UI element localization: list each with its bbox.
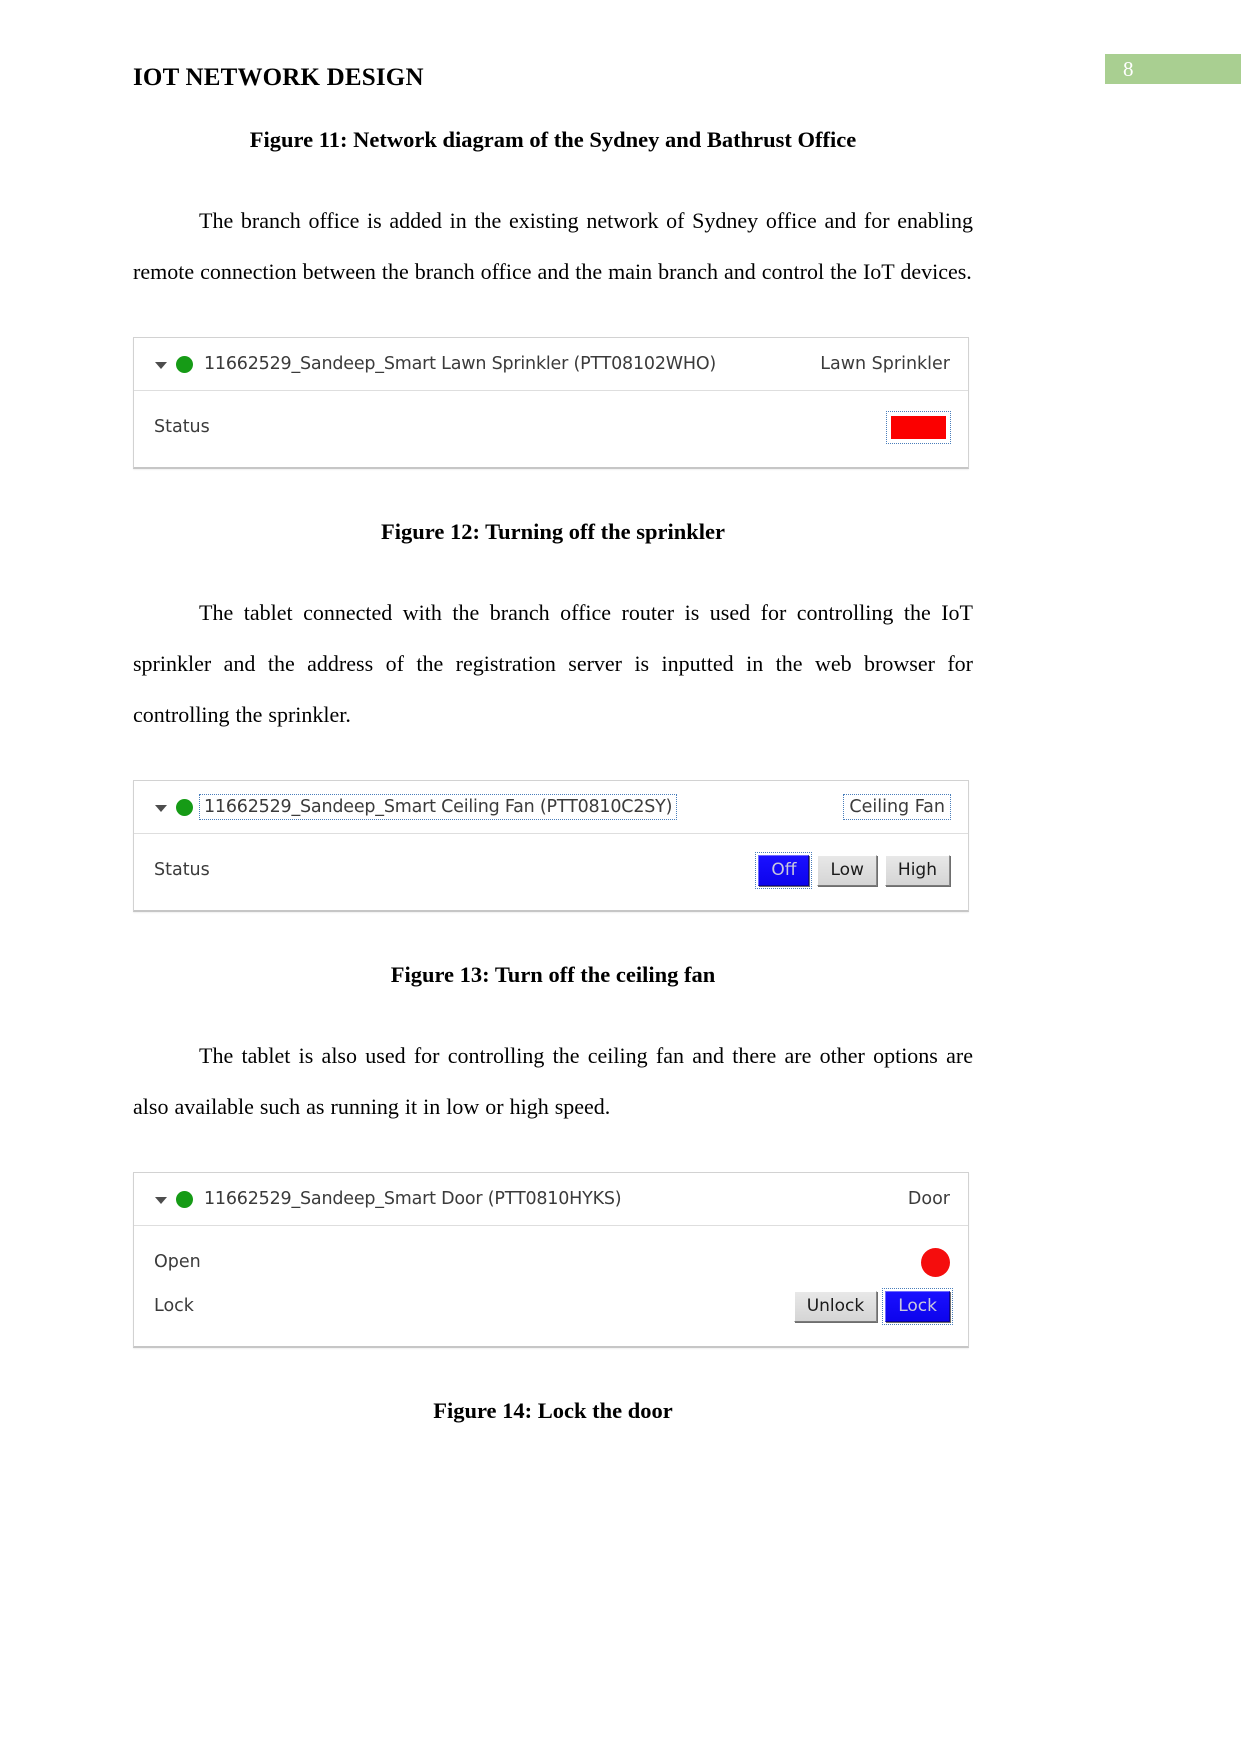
door-unlock-button[interactable]: Unlock: [793, 1290, 878, 1322]
widget-header[interactable]: 11662529_Sandeep_Smart Door (PTT0810HYKS…: [134, 1173, 968, 1226]
sprinkler-indicator-focus-ring[interactable]: [886, 410, 951, 444]
door-lock-button-group: Unlock Lock: [793, 1287, 953, 1325]
online-status-dot-icon: [176, 798, 193, 816]
iot-widget-ceiling-fan: 11662529_Sandeep_Smart Ceiling Fan (PTT0…: [133, 780, 969, 912]
document-page: IOT NETWORK DESIGN 8 Figure 11: Network …: [0, 0, 1241, 1754]
chevron-down-icon[interactable]: [154, 800, 168, 814]
figure-14-caption: Figure 14: Lock the door: [433, 1398, 673, 1423]
widget-body: Status: [134, 391, 968, 467]
fan-high-button[interactable]: High: [884, 854, 950, 886]
device-type-label-ceiling-fan: Ceiling Fan: [843, 794, 951, 820]
widget-body: Status Off Low High: [134, 834, 968, 910]
status-label-ceiling-fan: Status: [154, 860, 210, 880]
open-label-door: Open: [154, 1252, 201, 1272]
status-row: Status Off Low High: [154, 848, 950, 892]
figure-11-caption: Figure 11: Network diagram of the Sydney…: [249, 127, 857, 152]
paragraph-tablet-ceiling-fan: The tablet is also used for controlling …: [133, 1043, 973, 1119]
device-title-sprinkler: 11662529_Sandeep_Smart Lawn Sprinkler (P…: [204, 354, 717, 374]
open-controls: [921, 1247, 950, 1277]
paragraph-branch-office: The branch office is added in the existi…: [133, 208, 973, 284]
iot-widget-lawn-sprinkler: 11662529_Sandeep_Smart Lawn Sprinkler (P…: [133, 337, 969, 469]
document-header-title: IOT NETWORK DESIGN: [133, 64, 424, 91]
widget-header[interactable]: 11662529_Sandeep_Smart Ceiling Fan (PTT0…: [134, 781, 968, 834]
page-header: IOT NETWORK DESIGN 8: [0, 54, 1241, 104]
sprinkler-status-indicator[interactable]: [891, 415, 946, 439]
status-controls: [886, 410, 951, 444]
device-title-door: 11662529_Sandeep_Smart Door (PTT0810HYKS…: [204, 1189, 622, 1209]
door-lock-button[interactable]: Lock: [882, 1287, 953, 1325]
device-type-label-door: Door: [907, 1189, 950, 1209]
iot-widget-door: 11662529_Sandeep_Smart Door (PTT0810HYKS…: [133, 1172, 969, 1348]
lock-label-door: Lock: [154, 1296, 194, 1316]
page-number: 8: [1123, 57, 1134, 81]
widget-header[interactable]: 11662529_Sandeep_Smart Lawn Sprinkler (P…: [134, 338, 968, 391]
status-row: Status: [154, 405, 951, 449]
lock-row: Lock Unlock Lock: [154, 1284, 953, 1328]
figure-12-caption: Figure 12: Turning off the sprinkler: [381, 519, 725, 544]
figure-13-caption: Figure 13: Turn off the ceiling fan: [390, 962, 716, 987]
fan-low-button[interactable]: Low: [817, 854, 877, 886]
document-body: Figure 11: Network diagram of the Sydney…: [133, 125, 973, 1426]
page-number-badge: 8: [1105, 54, 1241, 84]
chevron-down-icon[interactable]: [154, 357, 168, 371]
door-open-status-indicator[interactable]: [921, 1247, 950, 1277]
device-title-ceiling-fan: 11662529_Sandeep_Smart Ceiling Fan (PTT0…: [198, 794, 678, 820]
paragraph-tablet-sprinkler: The tablet connected with the branch off…: [133, 600, 973, 727]
device-type-label-sprinkler: Lawn Sprinkler: [820, 354, 950, 374]
open-row: Open: [154, 1240, 950, 1284]
fan-off-button[interactable]: Off: [755, 851, 813, 889]
widget-body: Open Lock Unlock Lock: [134, 1226, 968, 1346]
fan-speed-button-group: Off Low High: [755, 851, 950, 889]
online-status-dot-icon: [176, 1190, 193, 1208]
online-status-dot-icon: [176, 355, 193, 373]
chevron-down-icon[interactable]: [154, 1192, 168, 1206]
status-label-sprinkler: Status: [154, 417, 210, 437]
